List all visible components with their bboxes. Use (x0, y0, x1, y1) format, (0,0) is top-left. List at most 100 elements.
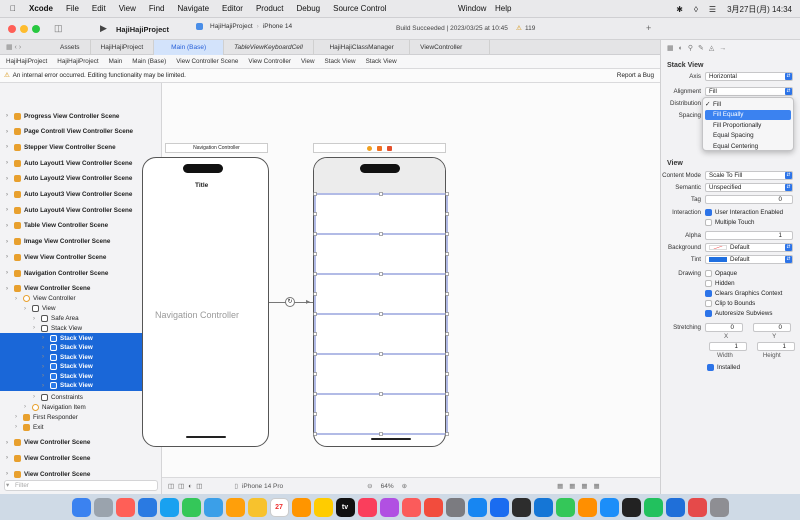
disclosure-icon[interactable]: › (42, 354, 50, 360)
tag-field[interactable]: 0 (705, 194, 793, 204)
outline-stack-child[interactable]: › Stack View (0, 380, 160, 391)
disclosure-icon[interactable]: › (6, 471, 14, 477)
stack-view-selection[interactable] (313, 191, 449, 441)
outline-first-responder[interactable]: › First Responder (0, 412, 160, 422)
crumb-view-controller[interactable]: View Controller (248, 58, 291, 65)
resize-handle[interactable] (379, 312, 383, 316)
resize-handle[interactable] (445, 192, 449, 196)
outline-navigation-item[interactable]: › Navigation Item (0, 402, 160, 412)
disclosure-icon[interactable]: › (6, 113, 14, 119)
dock-app-icon[interactable] (687, 497, 707, 517)
outline-stack-view[interactable]: › Stack View (0, 323, 160, 333)
dock-app-icon[interactable] (225, 497, 245, 517)
outline-scene[interactable]: › Auto Layout3 View Controller Scene (0, 190, 160, 200)
resize-handle[interactable] (313, 232, 317, 236)
opaque-checkbox[interactable] (705, 269, 712, 277)
dock-app-icon[interactable] (709, 497, 729, 517)
outline-scene[interactable]: › Auto Layout1 View Controller Scene (0, 158, 160, 168)
resize-handle[interactable] (379, 352, 383, 356)
storyboard-canvas[interactable]: Navigation Controller Title Navigation C… (142, 83, 660, 477)
nav-arrows[interactable]: ▦ ‹ › (0, 43, 50, 51)
crumb-project[interactable]: HajiHajiProject (6, 58, 47, 65)
menu-source-control[interactable]: Source Control (333, 4, 386, 13)
minimize-window-button[interactable] (20, 25, 28, 33)
disclosure-icon[interactable]: › (6, 160, 14, 166)
dock-app-icon[interactable]: tv (335, 497, 355, 517)
dock-app-icon[interactable] (247, 497, 267, 517)
menu-editor[interactable]: Editor (222, 4, 243, 13)
resize-handle[interactable] (445, 392, 449, 396)
add-icon[interactable]: + (646, 23, 651, 33)
outline-scene[interactable]: › Table View Controller Scene (0, 221, 160, 231)
dock-app-icon[interactable] (511, 497, 531, 517)
apple-icon[interactable]:  (10, 4, 16, 13)
outline-scene-expanded[interactable]: › View Controller Scene (0, 284, 160, 294)
dropdown-fill-equally[interactable]: Fill Equally (705, 109, 791, 120)
menu-find[interactable]: Find (149, 4, 165, 13)
disclosure-icon[interactable]: › (6, 223, 14, 229)
disclosure-icon[interactable]: › (6, 270, 14, 276)
menu-debug[interactable]: Debug (297, 4, 321, 13)
resize-handle[interactable] (445, 292, 449, 296)
dock-app-icon[interactable] (181, 497, 201, 517)
menu-navigate[interactable]: Navigate (177, 4, 209, 13)
stack-view-row[interactable] (314, 273, 448, 315)
control-center-icon[interactable]: ☰ (709, 5, 716, 14)
stack-view-row[interactable] (314, 353, 448, 395)
hidden-checkbox[interactable] (705, 279, 712, 287)
sidebar-toggle-icon[interactable]: ◫ (54, 23, 63, 34)
resize-handle[interactable] (313, 392, 317, 396)
dock-app-icon[interactable] (665, 497, 685, 517)
resize-handle[interactable] (379, 392, 383, 396)
resize-handle[interactable] (379, 432, 383, 436)
disclosure-icon[interactable]: › (33, 394, 41, 400)
resize-handle[interactable] (313, 312, 317, 316)
disclosure-icon[interactable]: › (15, 296, 23, 302)
disclosure-icon[interactable]: › (6, 254, 14, 260)
resize-handle[interactable] (313, 292, 317, 296)
user-interaction-checkbox[interactable] (705, 208, 712, 216)
outline-constraints[interactable]: › Constraints (0, 392, 160, 402)
crumb-group[interactable]: HajiHajiProject (57, 58, 98, 65)
resize-handle[interactable] (313, 412, 317, 416)
installed-checkbox[interactable] (707, 363, 714, 371)
content-mode-popup[interactable]: Scale To Fill ⇵ (705, 170, 793, 180)
resize-handle[interactable] (313, 252, 317, 256)
outline-view[interactable]: › View (0, 304, 160, 314)
outline-scene[interactable]: › View View Controller Scene (0, 252, 160, 262)
nav-scene-header[interactable]: Navigation Controller (165, 143, 268, 153)
disclosure-icon[interactable]: › (42, 364, 50, 370)
stack-view-row[interactable] (314, 313, 448, 355)
disclosure-icon[interactable]: › (42, 383, 50, 389)
dock-app-icon[interactable] (357, 497, 377, 517)
resize-handle[interactable] (445, 432, 449, 436)
resize-handle[interactable] (445, 332, 449, 336)
disclosure-icon[interactable]: › (24, 404, 32, 410)
outline-scene[interactable]: › Page Controll View Controller Scene (0, 127, 160, 137)
dock-app-icon[interactable] (71, 497, 91, 517)
zoom-label[interactable]: 64% (381, 483, 394, 490)
tab-assets[interactable]: Assets (50, 39, 91, 55)
dock-app-icon[interactable] (401, 497, 421, 517)
outline-scene[interactable]: › View Controller Scene (0, 469, 160, 479)
resize-handle[interactable] (313, 212, 317, 216)
crumb-stack-view[interactable]: Stack View (325, 58, 356, 65)
outline-exit[interactable]: › Exit (0, 422, 160, 432)
resize-handle[interactable] (445, 372, 449, 376)
outline-scene[interactable]: › Image View Controller Scene (0, 237, 160, 247)
outline-scene[interactable]: › Progress View Controller Scene (0, 111, 160, 121)
disclosure-icon[interactable]: › (6, 207, 14, 213)
menu-edit[interactable]: Edit (92, 4, 106, 13)
disclosure-icon[interactable]: › (6, 440, 14, 446)
tab-tableviewkeyboardcell[interactable]: TableViewKeyboardCell (224, 39, 315, 55)
outline-scene[interactable]: › Auto Layout4 View Controller Scene (0, 205, 160, 215)
disclosure-icon[interactable]: › (6, 144, 14, 150)
dock-app-icon[interactable] (445, 497, 465, 517)
canvas-tools-icon[interactable]: ◫◫◐◫ (168, 482, 206, 490)
stack-view-row[interactable] (314, 193, 448, 235)
disclosure-icon[interactable]: › (42, 373, 50, 379)
run-icon[interactable]: ▶ (100, 23, 107, 34)
vc-scene-header[interactable] (313, 143, 446, 153)
disclosure-icon[interactable]: › (6, 129, 14, 135)
dock-app-icon[interactable] (115, 497, 135, 517)
